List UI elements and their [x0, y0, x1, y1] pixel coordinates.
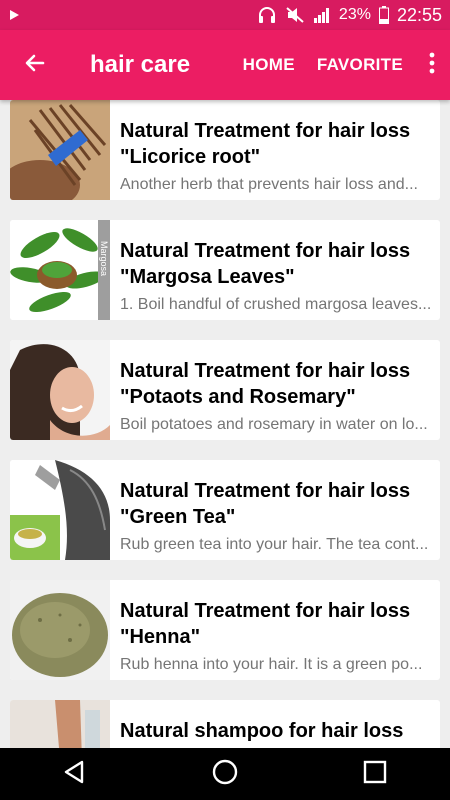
overflow-menu-icon [429, 52, 435, 79]
back-arrow-icon [23, 51, 47, 80]
headphones-icon [257, 6, 277, 24]
article-description: 1. Boil handful of crushed margosa leave… [120, 296, 432, 313]
article-card[interactable]: Natural Treatment for hair loss "Green T… [10, 460, 440, 560]
article-list[interactable]: Natural Treatment for hair loss "Licoric… [0, 100, 450, 748]
article-title: Natural Treatment for hair loss "Henna" [120, 600, 411, 648]
battery-percent: 23% [338, 6, 371, 23]
article-thumbnail [10, 580, 110, 680]
article-card[interactable]: Natural Treatment for hair loss "Licoric… [10, 100, 440, 200]
app-title: hair care [90, 51, 191, 78]
article-description: Rub henna into your hair. It is a green … [120, 656, 423, 673]
image-label: Margosa [99, 241, 109, 277]
article-title: Natural shampoo for hair loss [120, 720, 404, 742]
mute-icon [285, 6, 305, 24]
status-bar: 23% 22:55 [0, 0, 450, 30]
article-thumbnail [10, 340, 110, 440]
article-title: Natural Treatment for hair loss "Potaots… [120, 360, 411, 408]
back-triangle-icon [62, 759, 88, 790]
article-card[interactable]: Natural Treatment for hair loss "Potaots… [10, 340, 440, 440]
clock: 22:55 [396, 4, 442, 25]
app-bar: hair care HOME FAVORITE [0, 30, 450, 100]
article-title: Natural Treatment for hair loss "Margosa… [120, 240, 411, 288]
battery-icon [378, 6, 389, 24]
overflow-menu-button[interactable] [414, 52, 450, 79]
system-nav-bar [0, 748, 450, 800]
system-back-button[interactable] [45, 748, 105, 800]
article-description: Another herb that prevents hair loss and… [120, 176, 418, 193]
article-title: Natural Treatment for hair loss "Licoric… [120, 120, 411, 168]
article-description: Boil potatoes and rosemary in water on l… [120, 416, 428, 433]
play-icon [8, 9, 20, 21]
favorite-button[interactable]: FAVORITE [306, 55, 414, 75]
article-description: Rub green tea into your hair. The tea co… [120, 536, 429, 553]
back-button[interactable] [0, 30, 70, 100]
system-recents-button[interactable] [345, 748, 405, 800]
home-button[interactable]: HOME [232, 55, 306, 75]
article-title: Natural Treatment for hair loss "Green T… [120, 480, 411, 528]
article-card[interactable]: Natural shampoo for hair loss [10, 700, 440, 748]
article-thumbnail [10, 460, 110, 560]
signal-icon [313, 7, 331, 23]
article-card[interactable]: Natural Treatment for hair loss "Henna" … [10, 580, 440, 680]
recents-square-icon [362, 759, 388, 790]
article-card[interactable]: Margosa Natural Treatment for hair loss … [10, 220, 440, 320]
system-home-button[interactable] [195, 748, 255, 800]
home-circle-icon [211, 758, 239, 791]
article-thumbnail: Margosa [10, 220, 110, 320]
article-thumbnail [10, 700, 110, 748]
article-thumbnail [10, 100, 110, 200]
